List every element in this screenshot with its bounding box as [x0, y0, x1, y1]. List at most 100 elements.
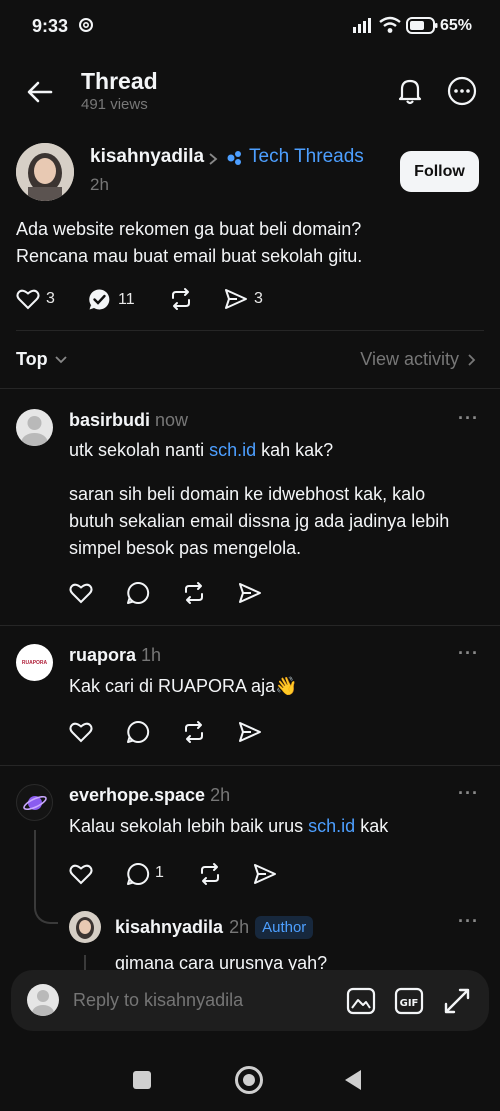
- view-activity-link[interactable]: View activity: [360, 349, 476, 370]
- status-bar: 9:33 65%: [0, 0, 500, 50]
- reply-text: Kak cari di RUAPORA aja👋: [69, 676, 298, 696]
- chevron-right-icon: [468, 353, 476, 366]
- reply-composer[interactable]: GIF: [11, 970, 489, 1031]
- reply-paragraph-line: saran sih beli domain ke idwebhost kak, …: [69, 484, 426, 504]
- post-author-avatar[interactable]: [16, 143, 74, 201]
- wifi-icon: [378, 15, 402, 34]
- sch-id-link[interactable]: sch.id: [308, 816, 355, 836]
- more-options-button[interactable]: [445, 74, 479, 108]
- ruapora-logo-text: RUAPORA: [21, 659, 48, 666]
- battery-percent: 65%: [440, 17, 473, 34]
- post-repost-button[interactable]: [169, 287, 193, 311]
- reply-paragraph-line: simpel besok pas mengelola.: [69, 538, 302, 558]
- reply-text: utk sekolah nanti sch.id kah kak?: [69, 440, 333, 461]
- reply-text-part: kah kak?: [256, 440, 334, 460]
- reply-header: ruapora 1h: [69, 645, 161, 666]
- gif-button[interactable]: GIF: [392, 984, 426, 1018]
- reply-time: now: [155, 410, 189, 430]
- reply-more-button[interactable]: ···: [458, 783, 479, 804]
- image-icon: [346, 987, 376, 1015]
- reply-avatar[interactable]: [16, 784, 53, 821]
- chevron-right-icon: [208, 152, 218, 166]
- reply-actions: 1: [69, 862, 276, 886]
- chevron-down-icon: [55, 355, 67, 363]
- post-text-line: Rencana mau buat email buat sekolah gitu…: [16, 246, 363, 266]
- community-link[interactable]: Tech Threads: [249, 146, 364, 168]
- view-count: 491 views: [81, 96, 148, 113]
- post-like-button[interactable]: 3: [16, 288, 55, 310]
- reply-username[interactable]: everhope.space: [69, 785, 205, 805]
- thread-line: [34, 830, 36, 898]
- planet-icon: [22, 795, 47, 810]
- reply-avatar[interactable]: RUAPORA: [16, 644, 53, 681]
- home-button[interactable]: [235, 1066, 263, 1094]
- image-button[interactable]: [344, 984, 378, 1018]
- reply-header: kisahnyadila 2h Author: [115, 916, 314, 939]
- post-share-button[interactable]: 3: [224, 288, 263, 310]
- back-nav-button[interactable]: [344, 1069, 362, 1091]
- repost-icon[interactable]: [198, 862, 222, 886]
- send-icon: [225, 289, 247, 309]
- reply-text-part: utk sekolah nanti: [69, 440, 210, 460]
- post-text: Ada website rekomen ga buat beli domain?…: [16, 216, 486, 270]
- more-circle-icon: [447, 76, 477, 106]
- page-title: Thread: [81, 68, 158, 94]
- expand-icon: [444, 988, 470, 1014]
- expand-button[interactable]: [440, 984, 474, 1018]
- back-button[interactable]: [24, 76, 56, 108]
- reply-avatar[interactable]: [69, 911, 101, 943]
- notification-button[interactable]: [393, 74, 427, 108]
- send-icon[interactable]: [253, 863, 277, 885]
- repost-icon: [172, 288, 190, 310]
- composer-avatar: [27, 984, 59, 1016]
- post-time: 2h: [90, 175, 109, 194]
- send-icon[interactable]: [238, 582, 262, 604]
- reply-more-button[interactable]: ···: [458, 643, 479, 664]
- reply-actions: [69, 581, 269, 605]
- system-nav-bar: [0, 1040, 500, 1111]
- like-count: 3: [46, 290, 55, 307]
- send-icon[interactable]: [238, 721, 262, 743]
- reply-more-button[interactable]: ···: [458, 408, 479, 429]
- repost-icon[interactable]: [182, 581, 206, 605]
- view-activity-label: View activity: [360, 349, 459, 369]
- follow-button[interactable]: Follow: [400, 151, 479, 192]
- heart-icon: [16, 289, 40, 310]
- author-badge: Author: [255, 916, 314, 939]
- reply-avatar[interactable]: [16, 409, 53, 446]
- heart-icon[interactable]: [69, 582, 93, 604]
- share-count: 3: [254, 290, 263, 307]
- reply-time: 2h: [210, 785, 231, 805]
- post-username[interactable]: kisahnyadila: [90, 146, 204, 168]
- reply-more-button[interactable]: ···: [458, 911, 479, 932]
- comment-icon[interactable]: [126, 720, 150, 744]
- comment-icon[interactable]: [126, 581, 150, 605]
- reply-actions: [69, 720, 269, 744]
- recents-button[interactable]: [133, 1071, 151, 1089]
- reply-paragraph: saran sih beli domain ke idwebhost kak, …: [69, 481, 494, 562]
- comment-icon[interactable]: [126, 862, 150, 886]
- repost-icon[interactable]: [182, 720, 206, 744]
- reply-username[interactable]: kisahnyadila: [115, 917, 223, 938]
- svg-text:GIF: GIF: [400, 998, 419, 1009]
- reply-input[interactable]: [73, 985, 333, 1015]
- arrow-left-icon: [27, 81, 53, 103]
- reply-username[interactable]: ruapora: [69, 645, 136, 665]
- default-avatar-icon: [21, 416, 48, 446]
- reply-header: basirbudi now: [69, 410, 188, 431]
- reply-text-part: Kalau sekolah lebih baik urus: [69, 816, 309, 836]
- divider: [16, 330, 484, 331]
- reply-username[interactable]: basirbudi: [69, 410, 150, 430]
- status-time: 9:33: [32, 16, 69, 36]
- sch-id-link[interactable]: sch.id: [209, 440, 256, 460]
- reply-text: Kalau sekolah lebih baik urus sch.id kak: [69, 816, 388, 837]
- heart-icon[interactable]: [69, 721, 93, 743]
- default-avatar-icon: [32, 990, 54, 1016]
- divider: [0, 388, 500, 389]
- signal-icon: [352, 17, 374, 33]
- sort-dropdown[interactable]: Top: [16, 349, 68, 370]
- heart-icon[interactable]: [69, 863, 93, 885]
- post-reply-button[interactable]: 11: [88, 288, 135, 311]
- reply-time: 2h: [229, 917, 250, 937]
- threads-status-icon: [78, 17, 94, 33]
